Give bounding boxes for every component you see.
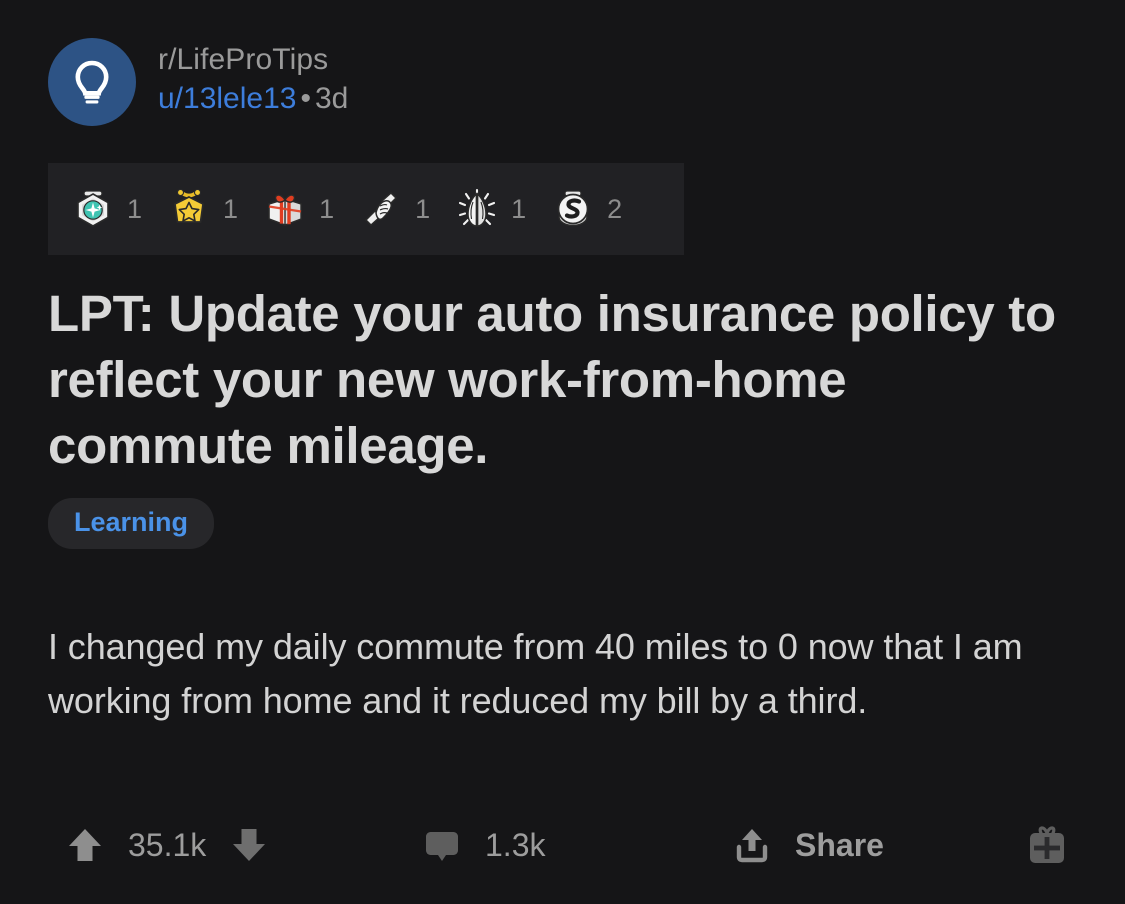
vote-group: 35.1k [64,812,270,878]
post-age: 3d [314,81,349,115]
award-count: 1 [415,193,431,224]
award-count: 1 [127,193,143,224]
post-body-text: I changed my daily commute from 40 miles… [48,626,1023,721]
award-item[interactable]: 1 [70,186,142,232]
reddit-post-screen: r/LifeProTips u/13lele13 • 3d 1 1 1 1 1 … [0,0,1125,904]
praying-hands-award-icon [454,186,500,232]
vote-count: 35.1k [128,826,207,863]
gift-box-award-icon [262,186,308,232]
award-count: 1 [319,193,335,224]
award-count: 2 [607,193,623,224]
gift-icon[interactable] [1023,821,1071,869]
award-item[interactable]: 2 [550,186,622,232]
subreddit-avatar[interactable] [48,38,136,126]
award-group[interactable] [1023,812,1071,878]
share-group[interactable]: Share [731,812,884,878]
gold-star-award-icon [166,186,212,232]
award-item[interactable]: 1 [358,186,430,232]
post-title[interactable]: LPT: Update your auto insurance policy t… [48,281,1058,478]
post-meta: r/LifeProTips u/13lele13 • 3d [158,38,348,117]
award-item[interactable]: 1 [166,186,238,232]
comment-group[interactable]: 1.3k [421,812,545,878]
post-action-bar: 35.1k 1.3k Share [48,812,1078,878]
post-byline: u/13lele13 • 3d [158,81,348,118]
downvote-arrow-icon[interactable] [228,824,270,866]
share-label: Share [795,826,884,863]
lightbulb-icon [64,54,120,110]
award-item[interactable]: 1 [454,186,526,232]
award-count: 1 [223,193,239,224]
award-count: 1 [511,193,527,224]
upvote-arrow-icon[interactable] [64,824,106,866]
byline-separator: • [300,81,311,115]
post-flair-badge[interactable]: Learning [48,498,215,549]
post-header: r/LifeProTips u/13lele13 • 3d [48,38,348,126]
silver-award-icon [550,186,596,232]
share-icon[interactable] [731,824,773,866]
awards-bar[interactable]: 1 1 1 1 1 2 [48,163,684,255]
helpful-handshake-award-icon [358,186,404,232]
author-link[interactable]: u/13lele13 [158,82,296,115]
award-item[interactable]: 1 [262,186,334,232]
gem-award-icon [70,186,116,232]
comment-bubble-icon[interactable] [421,824,463,866]
comment-count: 1.3k [485,826,546,863]
subreddit-name[interactable]: r/LifeProTips [158,42,348,79]
